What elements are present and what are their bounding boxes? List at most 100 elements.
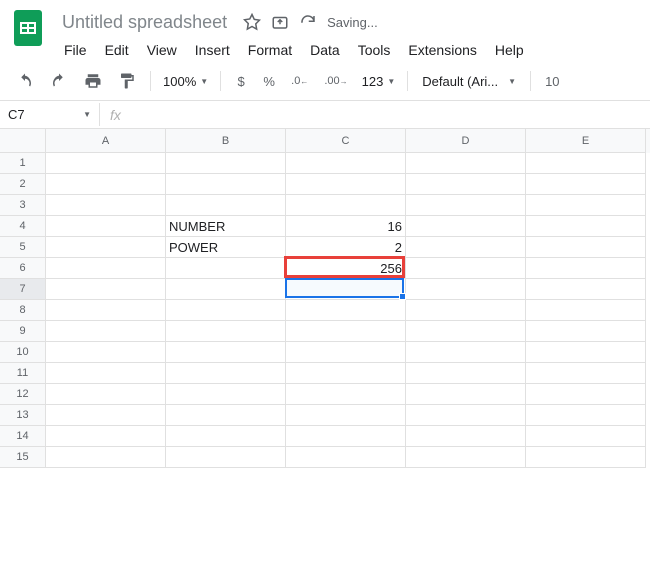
col-header-A[interactable]: A [46,129,166,153]
row-header-5[interactable]: 5 [0,237,46,258]
cell-C6[interactable]: 256 [286,258,406,279]
redo-button[interactable] [44,68,74,94]
menu-file[interactable]: File [56,38,95,62]
row-header-13[interactable]: 13 [0,405,46,426]
cell-D14[interactable] [406,426,526,447]
cell-A12[interactable] [46,384,166,405]
cell-A7[interactable] [46,279,166,300]
cell-D12[interactable] [406,384,526,405]
cell-B12[interactable] [166,384,286,405]
undo-button[interactable] [10,68,40,94]
doc-title[interactable]: Untitled spreadsheet [56,10,233,35]
cell-A1[interactable] [46,153,166,174]
cell-D13[interactable] [406,405,526,426]
cell-D6[interactable] [406,258,526,279]
cell-E3[interactable] [526,195,646,216]
cell-E10[interactable] [526,342,646,363]
cell-C10[interactable] [286,342,406,363]
print-button[interactable] [78,68,108,94]
menu-edit[interactable]: Edit [97,38,137,62]
cell-E2[interactable] [526,174,646,195]
cell-B13[interactable] [166,405,286,426]
cell-C5[interactable]: 2 [286,237,406,258]
cell-B15[interactable] [166,447,286,468]
star-icon[interactable] [243,13,261,31]
menu-format[interactable]: Format [240,38,300,62]
increase-decimal-button[interactable]: .00→ [318,68,353,94]
cell-B1[interactable] [166,153,286,174]
cell-D3[interactable] [406,195,526,216]
cell-E12[interactable] [526,384,646,405]
spreadsheet-grid[interactable]: ABCDE 1234NUMBER165POWER2625678910111213… [0,129,650,468]
cell-C15[interactable] [286,447,406,468]
cell-E6[interactable] [526,258,646,279]
row-header-8[interactable]: 8 [0,300,46,321]
cell-B11[interactable] [166,363,286,384]
more-formats-button[interactable]: 123▼ [358,72,400,91]
currency-button[interactable]: $ [229,68,253,94]
name-box[interactable]: C7▼ [0,103,100,126]
cell-B14[interactable] [166,426,286,447]
menu-view[interactable]: View [139,38,185,62]
menu-insert[interactable]: Insert [187,38,238,62]
select-all-corner[interactable] [0,129,46,153]
cloud-sync-icon[interactable] [299,13,317,31]
row-header-3[interactable]: 3 [0,195,46,216]
cell-E7[interactable] [526,279,646,300]
row-header-9[interactable]: 9 [0,321,46,342]
menu-extensions[interactable]: Extensions [400,38,484,62]
cell-A15[interactable] [46,447,166,468]
cell-C2[interactable] [286,174,406,195]
row-header-14[interactable]: 14 [0,426,46,447]
cell-B2[interactable] [166,174,286,195]
row-header-12[interactable]: 12 [0,384,46,405]
cell-C3[interactable] [286,195,406,216]
cell-B8[interactable] [166,300,286,321]
cell-E14[interactable] [526,426,646,447]
cell-D2[interactable] [406,174,526,195]
row-header-7[interactable]: 7 [0,279,46,300]
formula-bar[interactable] [131,101,650,128]
row-header-10[interactable]: 10 [0,342,46,363]
cell-D5[interactable] [406,237,526,258]
row-header-11[interactable]: 11 [0,363,46,384]
row-header-6[interactable]: 6 [0,258,46,279]
cell-D4[interactable] [406,216,526,237]
col-header-B[interactable]: B [166,129,286,153]
cell-A13[interactable] [46,405,166,426]
cell-C7[interactable] [286,279,406,300]
cell-E9[interactable] [526,321,646,342]
cell-D10[interactable] [406,342,526,363]
col-header-C[interactable]: C [286,129,406,153]
cell-E8[interactable] [526,300,646,321]
menu-help[interactable]: Help [487,38,532,62]
cell-A14[interactable] [46,426,166,447]
cell-D1[interactable] [406,153,526,174]
cell-E13[interactable] [526,405,646,426]
cell-E1[interactable] [526,153,646,174]
cell-C4[interactable]: 16 [286,216,406,237]
cell-A3[interactable] [46,195,166,216]
cell-D15[interactable] [406,447,526,468]
cell-B9[interactable] [166,321,286,342]
decrease-decimal-button[interactable]: .0← [285,68,314,94]
cell-A4[interactable] [46,216,166,237]
cell-E11[interactable] [526,363,646,384]
col-header-E[interactable]: E [526,129,646,153]
cell-C12[interactable] [286,384,406,405]
row-header-1[interactable]: 1 [0,153,46,174]
cell-A6[interactable] [46,258,166,279]
cell-C14[interactable] [286,426,406,447]
row-header-4[interactable]: 4 [0,216,46,237]
sheets-logo[interactable] [8,8,48,48]
cell-C9[interactable] [286,321,406,342]
cell-A9[interactable] [46,321,166,342]
cell-B10[interactable] [166,342,286,363]
paint-format-button[interactable] [112,68,142,94]
cell-A10[interactable] [46,342,166,363]
cell-B5[interactable]: POWER [166,237,286,258]
percent-button[interactable]: % [257,68,281,94]
font-size-input[interactable]: 10 [539,68,565,94]
cell-D11[interactable] [406,363,526,384]
cell-A8[interactable] [46,300,166,321]
